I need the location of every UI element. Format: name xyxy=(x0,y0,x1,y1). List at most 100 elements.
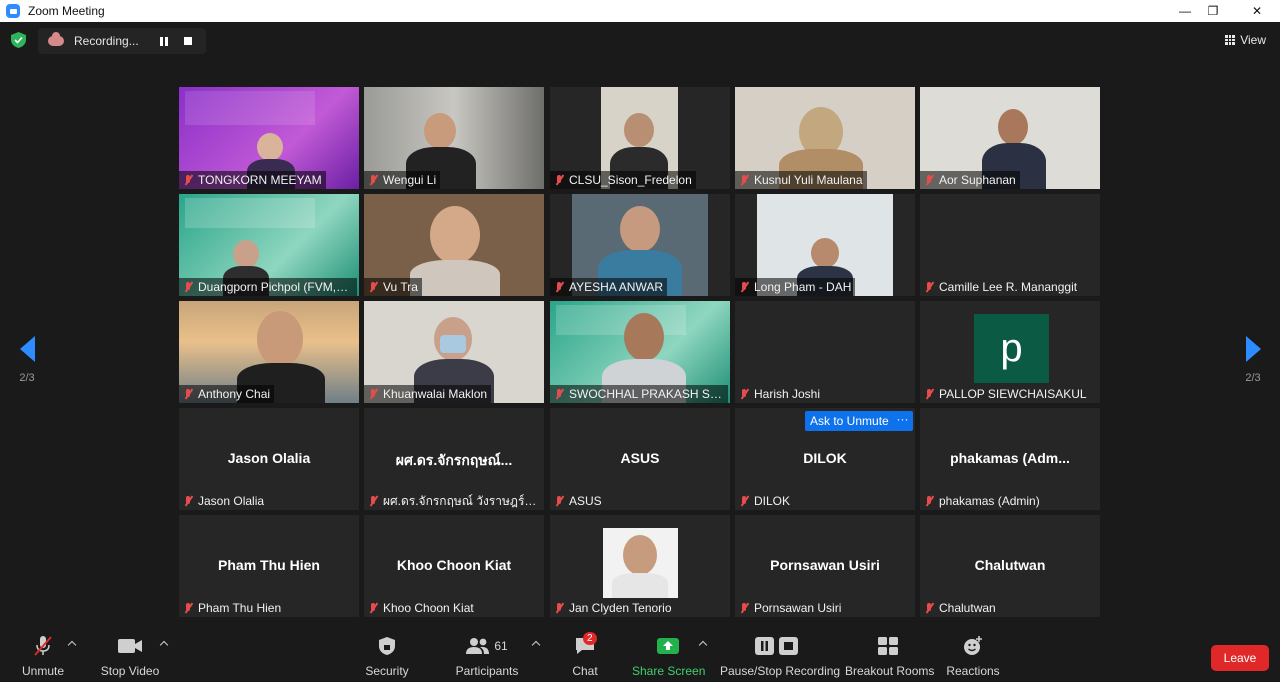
leave-button[interactable]: Leave xyxy=(1211,645,1269,671)
mic-muted-icon xyxy=(923,602,936,615)
participant-tile[interactable]: Jan Clyden Tenorio xyxy=(550,515,730,617)
participants-label: Participants xyxy=(455,664,519,678)
close-icon[interactable]: ✕ xyxy=(1234,0,1280,22)
participant-nametag: CLSU_Sison_Fredelon xyxy=(550,171,696,189)
mic-muted-icon xyxy=(367,174,380,187)
mic-muted-icon xyxy=(553,388,566,401)
arrow-right-icon xyxy=(1245,336,1261,362)
participant-name: Anthony Chai xyxy=(198,387,271,401)
pause-stop-recording-label: Pause/Stop Recording xyxy=(720,664,841,678)
unmute-button[interactable]: Unmute xyxy=(18,634,68,678)
mic-muted-icon xyxy=(738,388,751,401)
window-title: Zoom Meeting xyxy=(28,4,105,18)
participant-nametag: Harish Joshi xyxy=(735,385,824,403)
pause-recording-button[interactable] xyxy=(160,36,168,46)
ask-to-unmute-button[interactable]: Ask to Unmute xyxy=(805,411,894,431)
reactions-button[interactable]: Reactions xyxy=(946,634,1000,678)
participant-avatar: p xyxy=(974,314,1049,383)
participant-tile[interactable]: Harish Joshi xyxy=(735,301,915,403)
pause-stop-recording-button[interactable]: Pause/Stop Recording xyxy=(720,634,841,678)
more-options-button[interactable]: ··· xyxy=(892,411,913,431)
participant-name: DILOK xyxy=(754,494,791,508)
pause-stop-recording-icon xyxy=(720,634,834,658)
video-options-caret-icon[interactable] xyxy=(159,640,169,650)
participant-nametag: Vu Tra xyxy=(364,278,422,296)
breakout-rooms-button[interactable]: Breakout Rooms xyxy=(845,634,935,678)
participant-display-name: Pornsawan Usiri xyxy=(770,557,880,573)
participant-name: Khoo Choon Kiat xyxy=(383,601,474,615)
participant-name: Harish Joshi xyxy=(754,387,821,401)
view-button[interactable]: View xyxy=(1225,33,1266,47)
participant-nametag: Anthony Chai xyxy=(179,385,275,403)
participant-tile[interactable]: Pornsawan Usiri Pornsawan Usiri xyxy=(735,515,915,617)
breakout-rooms-icon xyxy=(845,634,931,658)
participant-tile[interactable]: TONGKORN MEEYAM xyxy=(179,87,359,189)
participant-tile[interactable]: Khoo Choon Kiat Khoo Choon Kiat xyxy=(364,515,544,617)
participant-tile[interactable]: CLSU_Sison_Fredelon xyxy=(550,87,730,189)
view-label: View xyxy=(1240,33,1266,47)
participant-name: AYESHA ANWAR xyxy=(569,280,664,294)
participant-tile[interactable]: Aor Suphanan xyxy=(920,87,1100,189)
participant-nametag: SWOCHHAL PRAKASH SHR... xyxy=(550,385,728,403)
participant-tile[interactable]: Kusnul Yuli Maulana xyxy=(735,87,915,189)
stop-video-button[interactable]: Stop Video xyxy=(100,634,160,678)
chat-button[interactable]: 2 Chat xyxy=(565,632,605,678)
arrow-left-icon xyxy=(19,336,35,362)
participant-tile[interactable]: Khuanwalai Maklon xyxy=(364,301,544,403)
participant-display-name: Pham Thu Hien xyxy=(218,557,320,573)
participant-name: CLSU_Sison_Fredelon xyxy=(569,173,692,187)
participant-video xyxy=(233,240,259,268)
participant-nametag: Wengui Li xyxy=(364,171,441,189)
stop-recording-button[interactable] xyxy=(184,37,192,45)
participant-nametag: Jason Olalia xyxy=(179,492,268,510)
participant-tile[interactable]: Chalutwan Chalutwan xyxy=(920,515,1100,617)
participant-tile[interactable]: Anthony Chai xyxy=(179,301,359,403)
gallery-grid-icon xyxy=(1225,35,1236,45)
participant-name: Chalutwan xyxy=(939,601,996,615)
participant-display-name: phakamas (Adm... xyxy=(950,450,1070,466)
participant-video xyxy=(424,113,456,149)
participant-display-name: Khoo Choon Kiat xyxy=(396,557,512,573)
participant-tile[interactable]: Long Pham - DAH xyxy=(735,194,915,296)
participant-name: ASUS xyxy=(569,494,602,508)
previous-page-button[interactable]: 2/3 xyxy=(12,336,42,384)
mic-muted-icon xyxy=(367,602,380,615)
breakout-rooms-label: Breakout Rooms xyxy=(845,664,935,678)
window-titlebar: Zoom Meeting — ❐ ✕ xyxy=(0,0,1280,22)
next-page-button[interactable]: 2/3 xyxy=(1238,336,1268,384)
stop-video-label: Stop Video xyxy=(100,664,160,678)
page-indicator-left: 2/3 xyxy=(19,372,35,384)
participant-tile[interactable]: SWOCHHAL PRAKASH SHR... xyxy=(550,301,730,403)
security-button[interactable]: Security xyxy=(362,634,412,678)
recording-indicator: Recording... xyxy=(38,28,206,54)
participant-name: Pham Thu Hien xyxy=(198,601,282,615)
participant-tile[interactable]: Duangporn Pichpol (FVM,C... xyxy=(179,194,359,296)
participant-tile[interactable]: Vu Tra xyxy=(364,194,544,296)
participant-tile[interactable]: Pham Thu Hien Pham Thu Hien xyxy=(179,515,359,617)
share-screen-button[interactable]: Share Screen xyxy=(632,634,705,678)
audio-options-caret-icon[interactable] xyxy=(67,640,77,650)
participant-tile[interactable]: AYESHA ANWAR xyxy=(550,194,730,296)
mic-muted-icon xyxy=(18,634,68,658)
participants-button[interactable]: 61 Participants xyxy=(452,634,522,678)
participant-tile[interactable]: Camille Lee R. Mananggit xyxy=(920,194,1100,296)
participant-tile[interactable]: Wengui Li xyxy=(364,87,544,189)
mic-muted-icon xyxy=(367,495,380,508)
gallery-grid: TONGKORN MEEYAM Wengui Li CLSU_Sison_Fre… xyxy=(179,87,1101,617)
participant-nametag: DILOK xyxy=(735,492,794,510)
participant-nametag: Chalutwan xyxy=(920,599,1000,617)
participant-tile[interactable]: ผศ.ดร.จักรกฤษณ์... ผศ.ดร.จักรกฤษณ์ วังรา… xyxy=(364,408,544,510)
mic-muted-icon xyxy=(367,281,380,294)
participant-name: PALLOP SIEWCHAISAKUL xyxy=(939,387,1087,401)
security-label: Security xyxy=(365,664,409,678)
participant-tile[interactable]: Jason Olalia Jason Olalia xyxy=(179,408,359,510)
participants-options-caret-icon[interactable] xyxy=(531,640,541,650)
encryption-shield-icon[interactable] xyxy=(11,32,26,48)
participant-tile[interactable]: phakamas (Adm... phakamas (Admin) xyxy=(920,408,1100,510)
participant-nametag: Jan Clyden Tenorio xyxy=(550,599,676,617)
slide-banner xyxy=(185,198,315,228)
participant-tile[interactable]: ASUS ASUS xyxy=(550,408,730,510)
participant-tile[interactable]: p PALLOP SIEWCHAISAKUL xyxy=(920,301,1100,403)
participant-nametag: Khuanwalai Maklon xyxy=(364,385,492,403)
maximize-icon[interactable]: ❐ xyxy=(1190,0,1236,22)
